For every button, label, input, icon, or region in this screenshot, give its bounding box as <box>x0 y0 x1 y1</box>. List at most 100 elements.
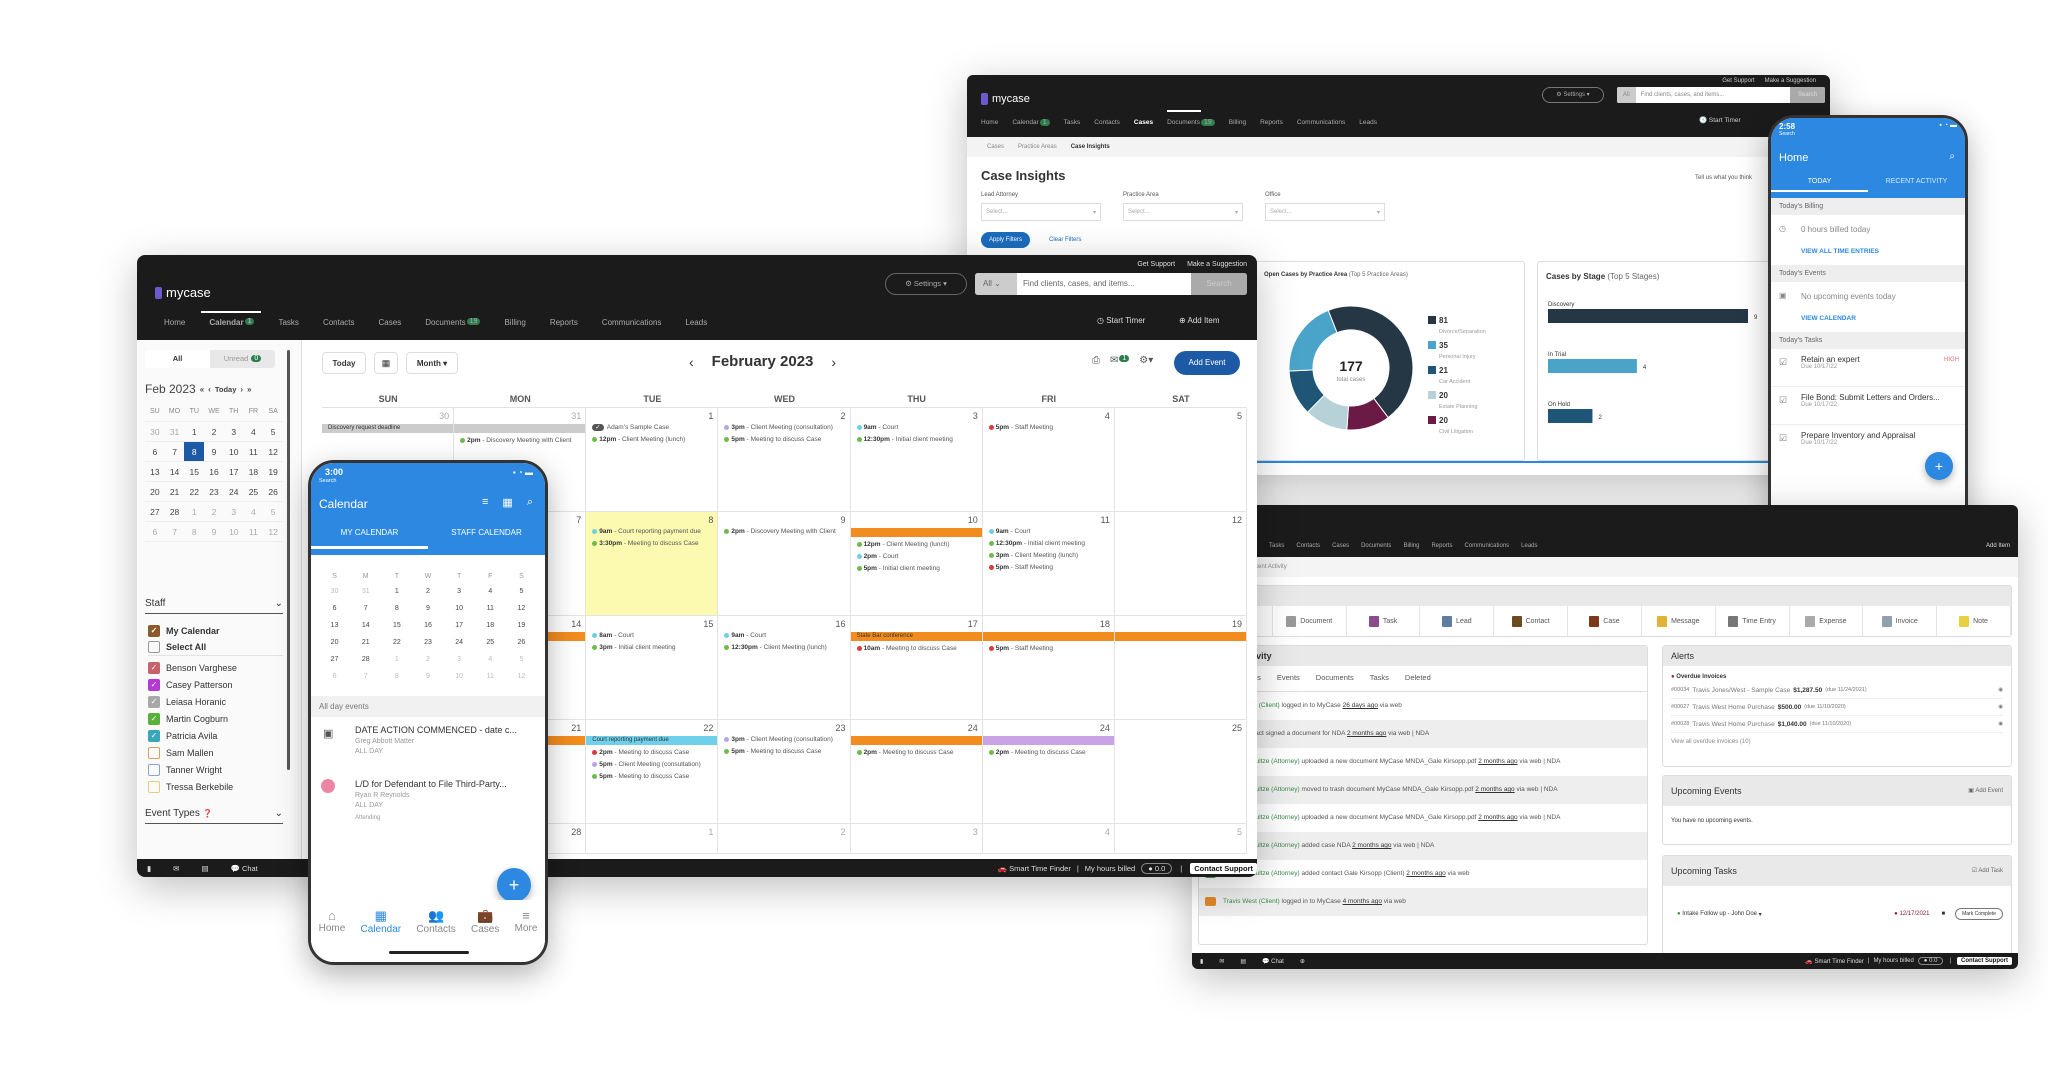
search-icon[interactable]: ⌕ <box>527 496 533 509</box>
nav-leads[interactable]: Leads <box>1359 119 1377 126</box>
calendar-event[interactable]: 2pm - Court <box>851 551 982 563</box>
calendar-event[interactable]: 5pm - Staff Meeting <box>983 562 1114 574</box>
nav-reports[interactable]: Reports <box>1431 543 1452 549</box>
mobile-day[interactable]: 2 <box>412 588 443 595</box>
calculator-icon[interactable]: ▤ <box>201 864 208 873</box>
calendar-event[interactable]: 12:30pm - Initial client meeting <box>983 538 1114 550</box>
task-title[interactable]: Intake Follow up - John Doe <box>1682 911 1757 917</box>
nav-tasks[interactable]: Tasks <box>1269 543 1284 549</box>
mobile-day[interactable]: 3 <box>444 588 475 595</box>
nav-calendar[interactable]: Calendar 1 <box>209 318 255 327</box>
smart-time-finder-button[interactable]: 🚗 Smart Time Finder <box>998 864 1071 873</box>
tabbar-more[interactable]: ≡More <box>515 908 538 962</box>
nav-documents[interactable]: Documents 19 <box>1167 119 1215 126</box>
mini-day[interactable]: 6 <box>145 442 165 462</box>
add-task-button[interactable]: Task <box>1347 606 1421 636</box>
calendar-event[interactable]: 12pm - Client Meeting (lunch) <box>586 434 717 446</box>
calendar-event[interactable]: 9am - Court <box>718 630 849 642</box>
search-scope[interactable]: All ⌄ <box>975 273 1017 295</box>
day-cell[interactable]: 18 5pm - Staff Meeting <box>982 616 1115 719</box>
notifications-icon[interactable]: ✉ 1 <box>1110 355 1130 366</box>
all-day-event-bar[interactable] <box>982 736 1114 745</box>
recent-tab[interactable]: Documents <box>1316 673 1354 684</box>
mini-day[interactable]: 8 <box>184 442 205 462</box>
donut-slice-personal-injury[interactable] <box>1288 309 1338 372</box>
add-lead-button[interactable]: Lead <box>1420 606 1495 636</box>
mobile-day[interactable]: 9 <box>412 673 443 680</box>
calendar-event[interactable]: 3pm - Initial client meeting <box>586 642 717 654</box>
nav-tasks[interactable]: Tasks <box>278 318 298 327</box>
mobile-day[interactable]: 12 <box>506 673 537 680</box>
nav-billing[interactable]: Billing <box>1403 543 1419 549</box>
staff-checkbox[interactable]: ✓ Casey Patterson <box>148 676 283 693</box>
day-cell[interactable]: 17 State Bar conference 10am - Meeting to … <box>850 616 983 719</box>
add-item-button[interactable]: ⊕ Add Item <box>1179 316 1220 325</box>
stage-bar-discovery[interactable] <box>1548 309 1748 323</box>
mobile-day[interactable]: 26 <box>506 639 537 646</box>
all-day-event-bar[interactable]: Court reporting payment due <box>586 736 718 745</box>
add-fab-button[interactable]: + <box>497 868 531 902</box>
calendar-event[interactable]: 3pm - Client Meeting (consultation) <box>718 734 849 746</box>
prev-month-arrow[interactable]: ‹ <box>689 354 694 370</box>
mini-day[interactable]: 6 <box>145 522 165 542</box>
staff-checkbox[interactable]: ✓ Patricia Avila <box>148 727 283 744</box>
staff-checkbox[interactable]: ✓ Leiasa Horanic <box>148 693 283 710</box>
mobile-day[interactable]: 17 <box>444 622 475 629</box>
calendar-event[interactable]: 3:30pm - Meeting to discuss Case <box>586 538 717 550</box>
view-overdue-link[interactable]: View all overdue invoices (10) <box>1663 733 2011 751</box>
mobile-day[interactable]: 1 <box>381 588 412 595</box>
start-timer-button[interactable]: ◷ Start Timer <box>1097 316 1145 325</box>
calendar-event[interactable]: 3pm - Client Meeting (lunch) <box>983 550 1114 562</box>
mobile-day[interactable]: 12 <box>506 605 537 612</box>
staff-checkbox[interactable]: ✓ Benson Varghese <box>148 659 283 676</box>
nav-cases[interactable]: Cases <box>379 318 402 327</box>
nav-communications[interactable]: Communications <box>1297 119 1345 126</box>
calendar-event[interactable]: 9am - Court reporting payment due <box>586 526 717 538</box>
mini-day[interactable]: 4 <box>243 422 264 442</box>
mini-day[interactable]: 7 <box>164 442 185 462</box>
nav-contacts[interactable]: Contacts <box>1094 119 1120 126</box>
subnav-cases[interactable]: Cases <box>987 144 1004 150</box>
mobile-day[interactable]: 18 <box>475 622 506 629</box>
day-cell[interactable]: 12 <box>1115 512 1247 615</box>
feedback-link[interactable]: Tell us what you think <box>1695 175 1752 181</box>
tabbar-home[interactable]: ⌂Home <box>319 908 346 962</box>
day-cell[interactable]: 8 9am - Court reporting payment due 3:30pm… <box>586 512 719 615</box>
calendar-event[interactable]: 5pm - Staff Meeting <box>983 422 1114 434</box>
calendar-event[interactable]: 2pm - Meeting to discuss Case <box>586 747 717 759</box>
help-icon[interactable]: ⊕ <box>1300 958 1305 965</box>
prev-year-button[interactable]: « <box>200 385 204 394</box>
day-cell[interactable]: 2 3pm - Client Meeting (consultation) 5pm … <box>718 408 851 511</box>
staff-checkbox[interactable]: Tressa Berkebile <box>148 778 283 795</box>
nav-calendar[interactable]: Calendar 1 <box>1012 119 1050 126</box>
mobile-day[interactable]: 10 <box>444 605 475 612</box>
nav-cases[interactable]: Cases <box>1332 543 1349 549</box>
day-cell[interactable]: 4 5pm - Staff Meeting <box>983 408 1115 511</box>
calendar-event[interactable]: 2pm - Meeting to discuss Case <box>851 747 982 759</box>
filter-all[interactable]: All <box>145 350 210 368</box>
staff-checkbox[interactable]: Sam Mallen <box>148 744 283 761</box>
mini-day[interactable]: 5 <box>263 422 283 442</box>
chat-button[interactable]: 💬 Chat <box>1262 958 1284 965</box>
day-cell[interactable]: 1 ✓ Adam's Sample Case 12pm - Client Meetin… <box>586 408 719 511</box>
tab-today[interactable]: TODAY <box>1771 178 1868 192</box>
all-day-event-bar[interactable] <box>850 528 982 537</box>
day-cell[interactable]: 23 3pm - Client Meeting (consultation) 5pm… <box>718 720 851 823</box>
day-cell[interactable]: 4 <box>983 824 1115 853</box>
nav-contacts[interactable]: Contacts <box>1296 543 1320 549</box>
overdue-invoice-row[interactable]: #00028 Travis West Home Purchase $1,040.00… <box>1671 716 2003 733</box>
mini-day[interactable]: 22 <box>184 482 205 502</box>
recent-tab[interactable]: Events <box>1277 673 1300 684</box>
activity-actor-link[interactable]: Travis West (Client) <box>1223 898 1280 905</box>
day-cell[interactable]: 9 2pm - Discovery Meeting with Client <box>718 512 851 615</box>
nav-contacts[interactable]: Contacts <box>323 318 355 327</box>
nav-communications[interactable]: Communications <box>602 318 662 327</box>
stage-bar-on-hold[interactable] <box>1548 409 1593 423</box>
mobile-day[interactable]: 14 <box>350 622 381 629</box>
filter-unread[interactable]: Unread 0 <box>210 350 275 368</box>
staff-checkbox[interactable]: ✓ Martin Cogburn <box>148 710 283 727</box>
hours-billed-toggle[interactable]: ● 0.0 <box>1141 862 1173 874</box>
office-select[interactable]: Select... ▾ <box>1265 203 1385 221</box>
mini-day[interactable]: 12 <box>263 442 283 462</box>
day-cell[interactable]: 19 <box>1114 616 1247 719</box>
